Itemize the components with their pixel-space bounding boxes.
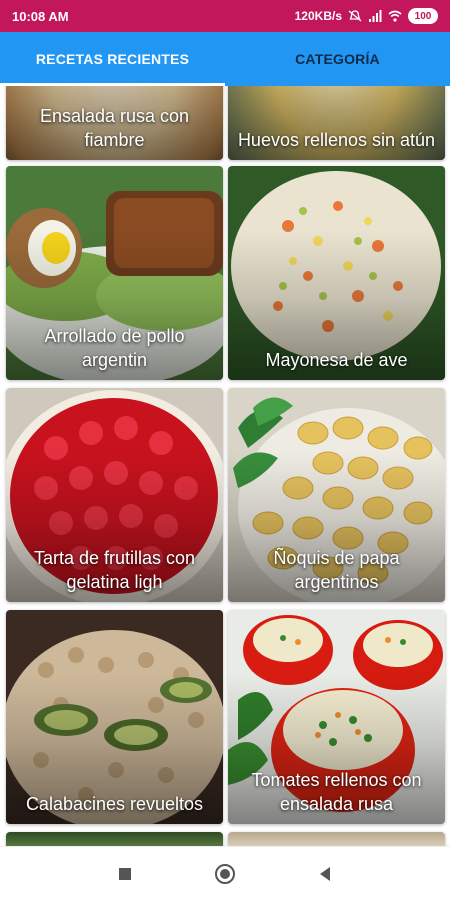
recipe-title: Mayonesa de ave <box>265 350 408 370</box>
recipe-card[interactable]: Calabacines revueltos <box>6 610 223 824</box>
bell-off-icon <box>348 10 362 22</box>
tab-bar: RECETAS RECIENTES CATEGORÍA <box>0 32 450 86</box>
recipe-title: Huevos rellenos sin atún <box>237 130 436 150</box>
home-button[interactable] <box>212 861 238 887</box>
tab-categoria[interactable]: CATEGORÍA <box>225 32 450 86</box>
recipe-card[interactable]: Mayonesa de ave <box>228 166 445 380</box>
net-speed: 120KB/s <box>294 9 342 23</box>
recipe-card[interactable]: Tarta de frutillas con gelatina ligh <box>6 388 223 602</box>
status-icons: 120KB/s 100 <box>295 8 438 24</box>
recipe-grid[interactable]: Ensalada rusa con fiambre Huevos relleno… <box>0 86 450 846</box>
recipe-card[interactable]: Ñoquis de papa argentinos <box>228 388 445 602</box>
wifi-icon <box>388 10 402 22</box>
home-circle-icon <box>215 863 235 884</box>
recipe-card[interactable]: Arrollado de pollo argentin <box>6 166 223 380</box>
recipe-title: Arrollado de pollo argentin <box>44 326 185 370</box>
recipe-title: Ñoquis de papa argentinos <box>273 548 400 592</box>
system-nav-bar <box>0 846 450 900</box>
recipe-card-partial[interactable] <box>6 832 223 846</box>
back-button[interactable] <box>312 861 338 887</box>
recipe-title: Ensalada rusa con fiambre <box>39 106 190 150</box>
battery-icon: 100 <box>408 8 438 24</box>
recipe-title: Calabacines revueltos <box>25 794 204 814</box>
recipe-card[interactable]: Huevos rellenos sin atún <box>228 86 445 160</box>
recents-button[interactable] <box>112 861 138 887</box>
recipe-card-partial[interactable] <box>228 832 445 846</box>
status-time: 10:08 AM <box>12 8 69 24</box>
tab-label: CATEGORÍA <box>295 51 380 67</box>
tab-recetas-recientes[interactable]: RECETAS RECIENTES <box>0 32 225 86</box>
back-triangle-icon <box>320 866 330 881</box>
tab-label: RECETAS RECIENTES <box>35 51 190 67</box>
recipe-title: Tomates rellenos con ensalada rusa <box>251 770 422 814</box>
recipe-title: Tarta de frutillas con gelatina ligh <box>33 548 196 592</box>
recipe-card[interactable]: Tomates rellenos con ensalada rusa <box>228 610 445 824</box>
signal-icon <box>369 10 382 22</box>
recents-square-icon <box>119 867 131 880</box>
recipe-card[interactable]: Ensalada rusa con fiambre <box>6 86 223 160</box>
status-bar: 10:08 AM 120KB/s 100 <box>0 0 450 32</box>
